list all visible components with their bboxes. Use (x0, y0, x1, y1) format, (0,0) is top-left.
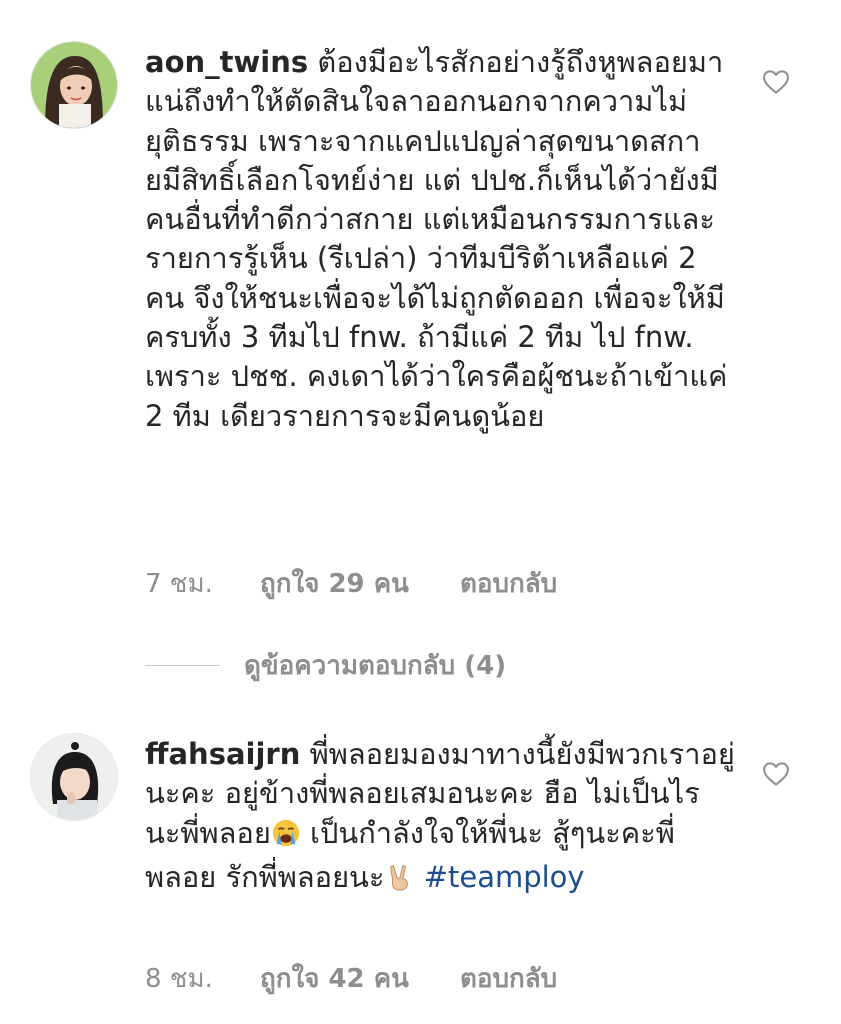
comment-meta: 8 ชม. ถูกใจ 42 คน ตอบกลับ (145, 960, 557, 996)
heart-icon[interactable] (761, 67, 791, 97)
likes-count[interactable]: ถูกใจ 42 คน (260, 958, 460, 999)
comment-time: 8 ชม. (145, 963, 213, 994)
heart-icon[interactable] (761, 759, 791, 789)
victory-hand-icon (384, 862, 414, 902)
comment-meta: 7 ชม. ถูกใจ 29 คน ตอบกลับ (145, 565, 557, 601)
username-link[interactable]: aon_twins (145, 45, 308, 79)
comment-text: aon_twins ต้องมีอะไรสักอย่างรู้ถึงหูพลอย… (145, 43, 735, 436)
divider-line (145, 664, 220, 666)
avatar-image (31, 42, 117, 128)
loudly-crying-face-icon (271, 818, 301, 858)
comment-text: ffahsaijrn พี่พลอยมองมาทางนี้ยังมีพวกเรา… (145, 735, 735, 902)
hashtag-link[interactable]: #teamploy (424, 860, 585, 894)
comment-time: 7 ชม. (145, 568, 213, 599)
avatar-aon-twins[interactable] (30, 41, 118, 129)
reply-button[interactable]: ตอบกลับ (460, 958, 557, 999)
reply-button[interactable]: ตอบกลับ (460, 563, 557, 604)
avatar-ffahsaijrn[interactable] (30, 733, 118, 821)
username-link[interactable]: ffahsaijrn (145, 737, 300, 771)
view-replies-button[interactable]: ดูข้อความตอบกลับ (4) (145, 645, 506, 685)
comment-body: ต้องมีอะไรสักอย่างรู้ถึงหูพลอยมาแน่ถึงทำ… (145, 45, 728, 433)
likes-count[interactable]: ถูกใจ 29 คน (260, 563, 460, 604)
avatar-image (31, 734, 117, 820)
view-replies-label: ดูข้อความตอบกลับ (4) (244, 650, 507, 681)
